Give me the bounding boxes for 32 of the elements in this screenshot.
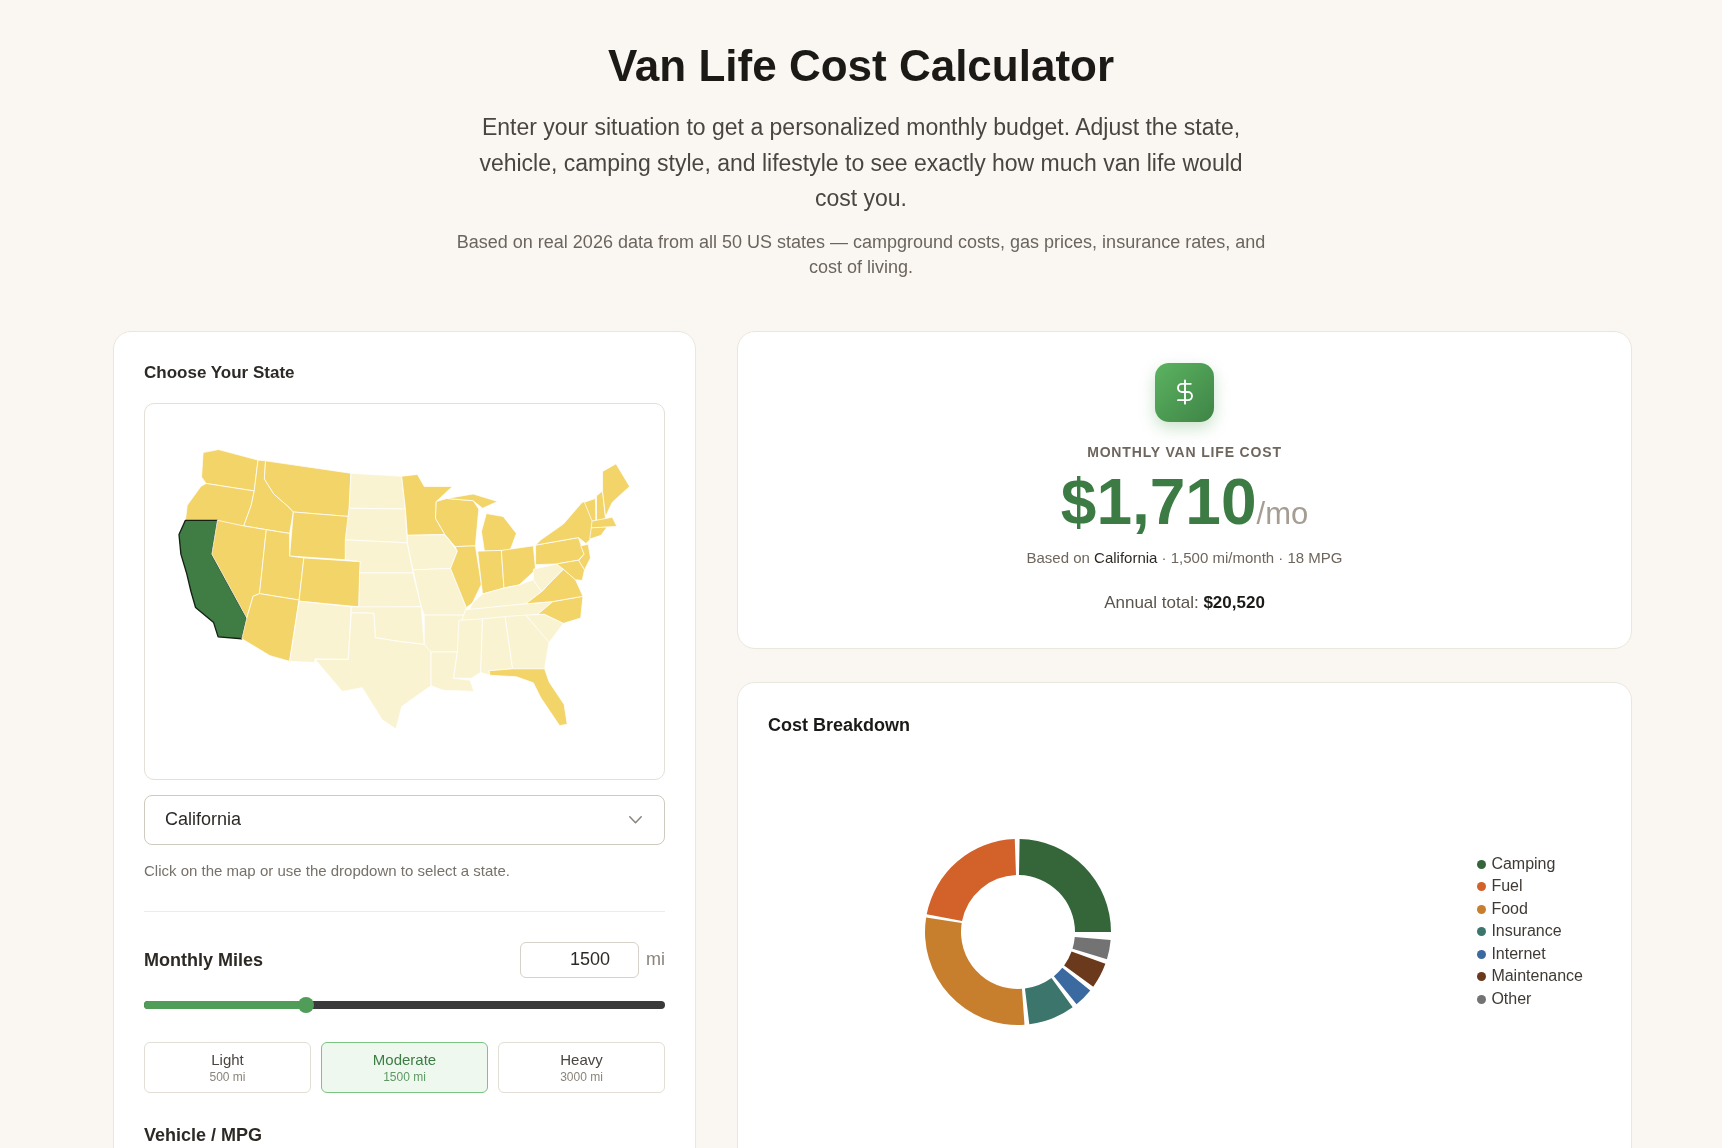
section-heading: Cost Breakdown <box>768 713 911 737</box>
monthly-cost-amount: $1,710 <box>1060 465 1257 538</box>
data-note: Based on real 2026 data from all 50 US states — campground costs, gas prices, insurance rates, and cost of living. <box>455 230 1267 279</box>
preset-button[interactable]: Light 500 mi <box>144 1041 311 1093</box>
unit-label: mi <box>646 948 665 971</box>
legend-label: Camping <box>1491 853 1556 874</box>
dollar-icon <box>1155 362 1214 422</box>
slider-thumb[interactable] <box>297 996 314 1013</box>
map-state[interactable] <box>178 519 248 640</box>
legend-label: Food <box>1491 898 1528 919</box>
preset-button[interactable]: Heavy 3000 mi <box>498 1041 665 1093</box>
page-title: Van Life Cost Calculator <box>607 40 1115 92</box>
summary-text: Based on California · 1,500 mi/month · 18 MPG <box>1026 547 1343 568</box>
miles-slider[interactable] <box>144 996 665 1013</box>
legend-label: Internet <box>1491 943 1546 964</box>
section-heading: Choose Your State <box>144 361 295 384</box>
legend-label: Other <box>1491 988 1532 1009</box>
intro-text: Enter your situation to get a personalized monthly budget. Adjust the state, vehicle, camping style, and lifestyle to see exactly how much van life would cost you. <box>478 113 1244 213</box>
legend-label: Fuel <box>1491 876 1523 897</box>
legend-label: Maintenance <box>1491 966 1583 987</box>
per-month-unit: /mo <box>1256 494 1309 533</box>
section-heading: Monthly Miles <box>144 948 263 972</box>
annual-total: Annual total: $20,520 <box>1104 591 1265 614</box>
legend-label: Insurance <box>1491 921 1562 942</box>
cost-label: MONTHLY VAN LIFE COST <box>1087 442 1282 462</box>
miles-input[interactable]: 1500 <box>520 941 639 978</box>
chevron-down-icon <box>629 815 642 824</box>
donut-slice <box>1053 967 1091 1004</box>
preset-button[interactable]: Moderate 1500 mi <box>321 1041 488 1093</box>
help-text: Click on the map or use the dropdown to select a state. <box>144 860 511 881</box>
section-heading: Vehicle / MPG <box>144 1123 263 1147</box>
state-dropdown[interactable]: California <box>144 794 665 845</box>
